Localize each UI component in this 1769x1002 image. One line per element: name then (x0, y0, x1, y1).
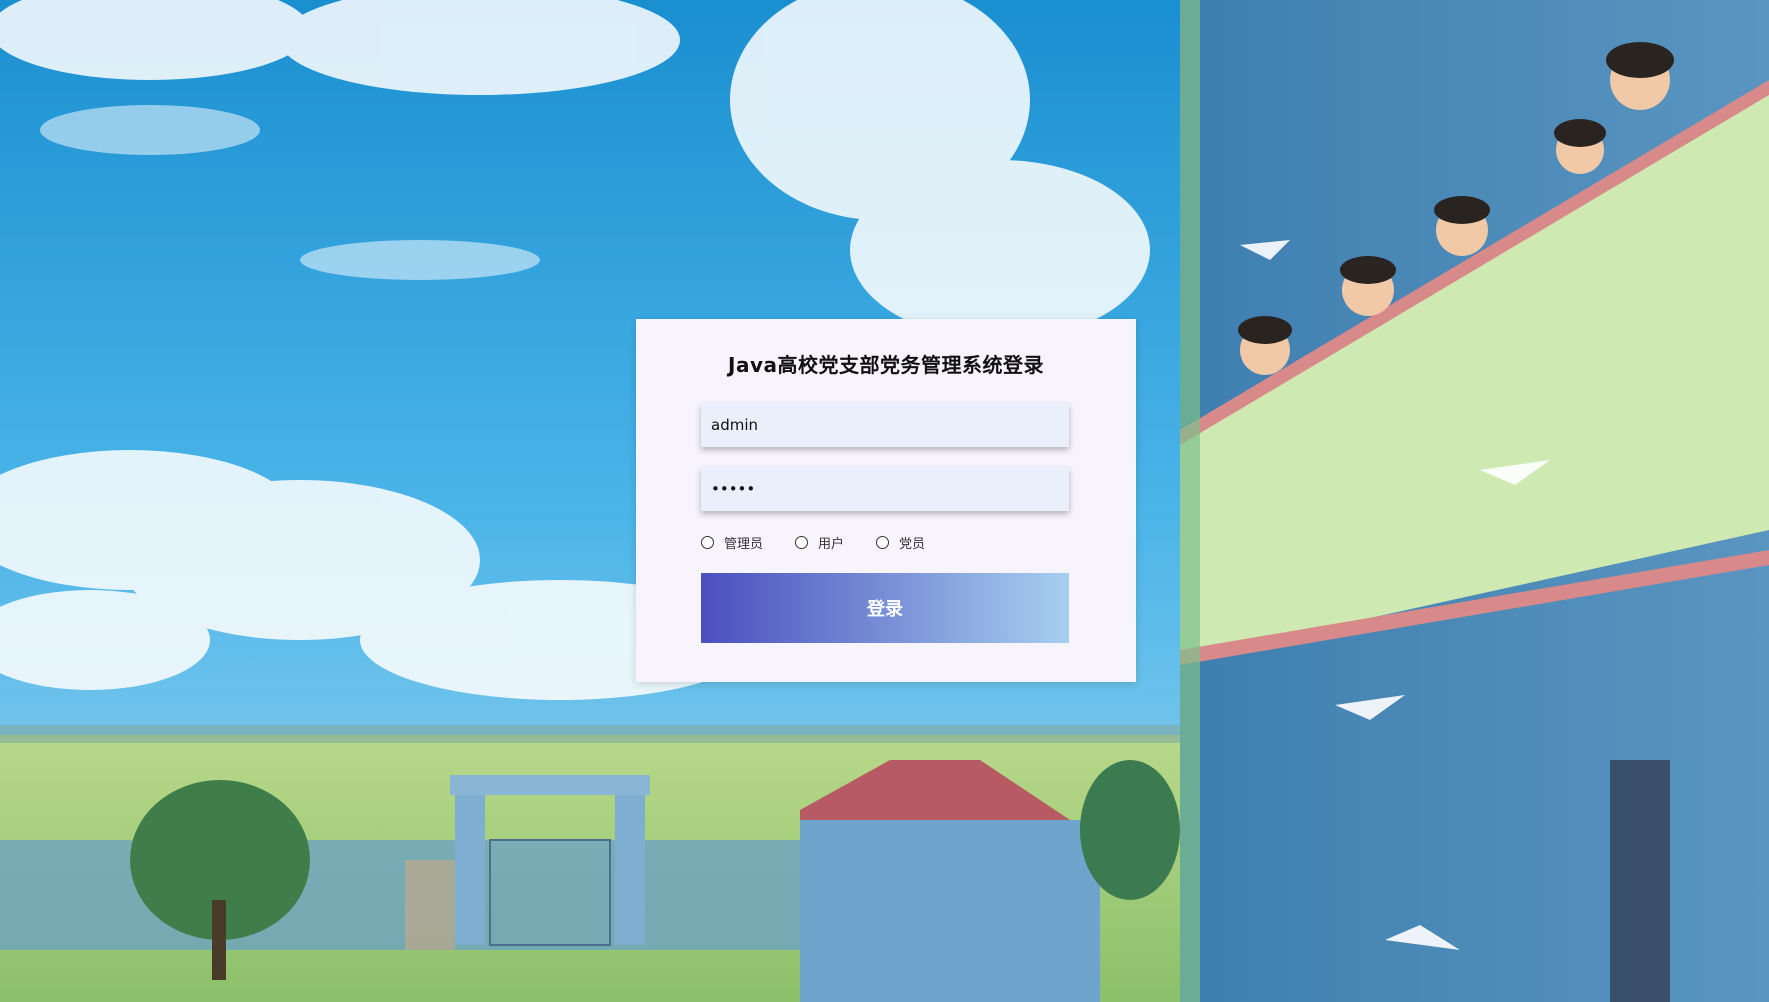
role-label: 用户 (818, 536, 845, 552)
role-label: 党员 (899, 536, 926, 552)
role-option-admin[interactable]: 管理员 (701, 533, 763, 552)
login-button[interactable]: 登录 (701, 573, 1069, 643)
login-card: Java高校党支部党务管理系统登录 管理员 用户 党员 登录 (636, 319, 1136, 682)
password-input[interactable] (701, 467, 1069, 511)
role-label: 管理员 (724, 536, 764, 552)
radio-button[interactable] (795, 535, 809, 549)
username-input[interactable] (701, 403, 1069, 447)
role-radio-group: 管理员 用户 党员 (701, 532, 957, 552)
radio-button[interactable] (876, 535, 890, 549)
role-option-user[interactable]: 用户 (795, 533, 844, 552)
login-title: Java高校党支部党务管理系统登录 (728, 353, 1044, 377)
radio-button[interactable] (701, 535, 714, 549)
role-option-party-member[interactable]: 党员 (876, 533, 925, 552)
